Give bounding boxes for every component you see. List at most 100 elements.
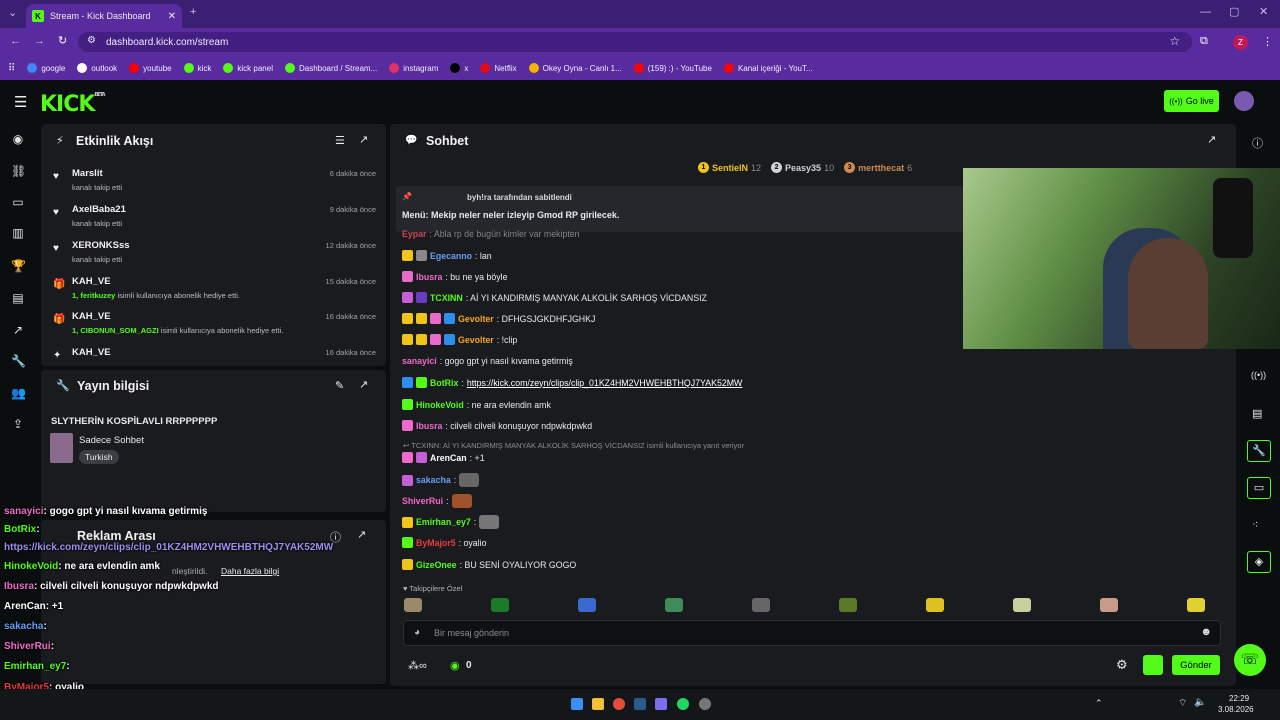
emote-shortcut-icon[interactable] [1100,598,1118,612]
analytics-rail-icon[interactable]: ↗ [11,323,25,337]
chrome-icon[interactable] [613,698,625,710]
broadcast-icon[interactable]: ((•)) [1251,370,1266,380]
kick-logo[interactable]: KICKBETA [40,92,106,117]
minimize-icon[interactable]: — [1200,6,1211,18]
media-rail-icon[interactable]: ▤ [11,291,25,305]
gift-recipient[interactable]: 1, CIBONUN_SOM_AGZI [72,326,159,335]
wifi-icon[interactable]: ⌔ [1178,697,1187,710]
emote-shortcut-icon[interactable] [1013,598,1031,612]
support-button[interactable]: ☏ [1234,644,1266,676]
chat-message[interactable]: Ibusra: cilveli cilveli konuşuyor ndpwkd… [402,420,592,431]
printer-icon[interactable]: ▤ [1252,407,1262,420]
layout-rail-icon[interactable]: ▭ [11,195,25,209]
activity-username[interactable]: Marslit [72,168,103,179]
stream-rail-icon[interactable]: ◉ [11,132,25,146]
chat-username[interactable]: TCXINN [430,293,463,303]
chat-username[interactable]: ArenCan [430,453,467,463]
chat-username[interactable]: Gevolter [458,335,494,345]
pinned-message[interactable]: 📌 byh!ra tarafından sabitlendi Menü: Mek… [396,186,963,232]
activity-username[interactable]: KAH_VE [72,276,111,287]
browser-tab[interactable]: K Stream - Kick Dashboard ✕ [26,4,182,28]
points-icon[interactable]: ◉ [450,659,460,672]
filter-icon[interactable]: ☰ [335,134,345,147]
category-name[interactable]: Sadece Sohbet [79,435,144,446]
emoji-icon[interactable]: ◕ [414,627,420,638]
chat-input[interactable]: ◕ Bir mesaj gönderin ☻ [403,620,1221,646]
bookmark-item[interactable]: youtube [129,63,172,73]
go-live-button[interactable]: ((•)) Go live [1164,90,1219,112]
chat-username[interactable]: Gevolter [458,314,494,324]
chat-message[interactable]: Gevolter: !clip [402,334,517,345]
tag-icon[interactable]: ◈ [1247,551,1271,573]
forward-icon[interactable]: → [34,35,45,47]
popout-icon[interactable]: ↗ [359,133,368,146]
tab-search-icon[interactable]: ⌄ [8,6,17,19]
chat-message[interactable]: BotRix: https://kick.com/zeyn/clips/clip… [402,377,742,388]
chat-link[interactable]: https://kick.com/zeyn/clips/clip_01KZ4HM… [467,378,743,388]
clock-time[interactable]: 22:29 [1229,694,1249,703]
link-rail-icon[interactable]: ⛓ [11,164,26,178]
bookmark-item[interactable]: kick panel [223,63,273,73]
chat-username[interactable]: ByMajor5 [416,538,456,548]
top-gifter[interactable]: 2 Peasy35 10 [771,162,834,173]
browser-menu-icon[interactable]: ⋮ [1262,35,1273,48]
chat-username[interactable]: BotRix [430,378,458,388]
activity-username[interactable]: KAH_VE [72,311,111,322]
tools-icon[interactable]: 🔧 [1247,440,1271,462]
chat-username[interactable]: Ibusra [416,272,442,282]
upload-rail-icon[interactable]: ⇪ [11,417,25,431]
chat-username[interactable]: Emirhan_ey7 [416,517,471,527]
settings-gear-icon[interactable]: ⚙ [1116,657,1128,673]
info-icon[interactable]: ⓘ [1252,135,1263,151]
share-icon[interactable]: ⁖ [1252,518,1258,531]
chat-quick-action-button[interactable] [1143,655,1163,675]
gift-recipient[interactable]: 1, feritkuzey [72,291,115,300]
bookmark-item[interactable]: outlook [77,63,117,73]
emote-shortcut-icon[interactable] [752,598,770,612]
chat-username[interactable]: sakacha [416,475,451,485]
chat-message[interactable]: Emirhan_ey7: [402,515,500,529]
chat-message[interactable]: Egecanno: lan [402,250,492,261]
close-tab-icon[interactable]: ✕ [168,11,176,22]
close-window-icon[interactable]: ✕ [1259,5,1268,18]
emote-shortcut-icon[interactable] [926,598,944,612]
bookmark-item[interactable]: kick [183,63,211,73]
obs-icon[interactable] [699,698,711,710]
chat-message[interactable]: HinokeVoid: ne ara evlendin amk [402,399,551,410]
more-info-link[interactable]: Daha fazla bilgi [221,566,279,576]
tools-rail-icon[interactable]: 🔧 [11,354,26,368]
infinity-icon[interactable]: ⁂∞ [408,659,427,672]
chat-username[interactable]: ShiverRui [402,496,443,506]
bookmark-star-icon[interactable]: ☆ [1169,34,1180,48]
chat-message[interactable]: ArenCan: +1 [402,452,485,463]
new-tab-icon[interactable]: + [190,6,196,18]
chat-message[interactable]: GizeOnee: BU SENİ OYALIYOR GOGO [402,559,576,570]
trophy-rail-icon[interactable]: 🏆 [11,259,26,273]
send-button[interactable]: Gönder [1172,655,1220,675]
steam-icon[interactable] [634,698,646,710]
chart-rail-icon[interactable]: ▥ [11,226,25,240]
chat-message[interactable]: TCXINN: Aİ YI KANDIRMIŞ MANYAK ALKOLİK S… [402,292,707,303]
profile-avatar[interactable]: Z [1233,35,1248,50]
bookmark-item[interactable]: google [27,63,65,73]
emote-picker-icon[interactable]: ☻ [1200,626,1212,638]
chat-username[interactable]: Ibusra [416,421,442,431]
popout-icon[interactable]: ↗ [1207,133,1216,146]
activity-username[interactable]: AxelBaba21 [72,204,126,215]
bookmark-item[interactable]: Dashboard / Stream... [284,63,377,73]
emote-shortcut-icon[interactable] [578,598,596,612]
emote-shortcut-icon[interactable] [665,598,683,612]
spotify-icon[interactable] [677,698,689,710]
chat-username[interactable]: Egecanno [430,251,472,261]
site-info-icon[interactable]: ⚙ [87,35,96,46]
emote-shortcut-icon[interactable] [1187,598,1205,612]
bookmark-item[interactable]: Netflix [480,63,517,73]
discord-icon[interactable] [655,698,667,710]
window-icon[interactable]: ▭ [1247,477,1271,499]
popout-icon[interactable]: ↗ [357,528,366,541]
bookmark-item[interactable]: Okey Oyna - Canlı 1... [528,63,622,73]
reload-icon[interactable]: ↻ [58,34,67,47]
user-avatar[interactable] [1234,91,1254,111]
emote-shortcut-icon[interactable] [491,598,509,612]
extensions-icon[interactable]: ⧉ [1200,35,1208,48]
